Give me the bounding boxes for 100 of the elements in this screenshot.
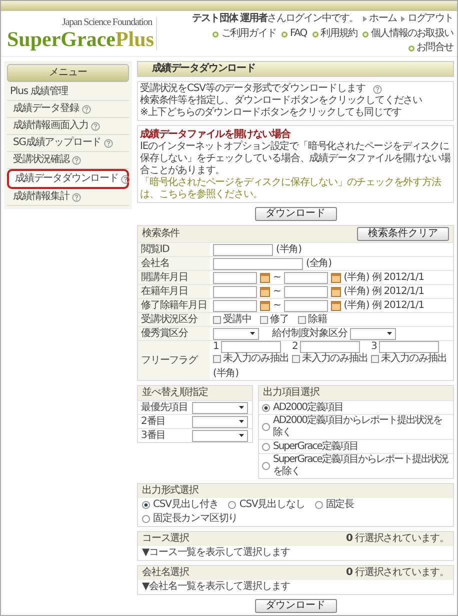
help-icon[interactable] xyxy=(373,84,382,94)
selection-count: 0 行選択されています。 xyxy=(346,533,449,545)
flag-number: 2 xyxy=(292,341,298,353)
note-text: ※上下どちらのダウンロードボタンをクリックしても同じです xyxy=(140,107,403,119)
warning-title: 成績データファイルを開けない場合 xyxy=(140,129,292,140)
checkbox[interactable]: 修了 xyxy=(260,314,290,326)
field-label: 在籍年月日 xyxy=(141,286,188,298)
caret-icon xyxy=(239,406,244,409)
help-icon[interactable] xyxy=(82,104,91,114)
nav-link[interactable]: ログアウト xyxy=(401,13,453,25)
caret-icon xyxy=(239,434,244,437)
bullet-icon xyxy=(362,30,370,38)
radio-option[interactable]: 固定長カンマ区切り xyxy=(142,513,238,525)
section-title: 会社名選択 xyxy=(142,567,190,579)
download-button[interactable]: ダウンロード xyxy=(254,599,336,613)
dropdown[interactable] xyxy=(192,430,248,442)
download-button[interactable]: ダウンロード xyxy=(254,207,336,221)
caret-icon xyxy=(387,332,392,335)
date-field[interactable] xyxy=(213,300,257,312)
organization-name: Japan Science Foundation xyxy=(62,17,152,29)
field-label: 2番目 xyxy=(141,416,167,428)
date-field[interactable] xyxy=(284,300,328,312)
dropdown[interactable] xyxy=(213,328,259,340)
menu-item[interactable]: 成績情報集計 xyxy=(7,189,129,206)
warning-text: IEのインターネットオプション設定で「暗号化されたページをディスクに保存しない」をチェックしている場合、成績データファイルを開けない場合ことがあります。 xyxy=(140,141,451,176)
help-icon[interactable] xyxy=(104,138,114,148)
menu-group-label: Plus 成績管理 xyxy=(10,86,68,97)
section-title: 出力形式選択 xyxy=(142,485,198,497)
clear-button[interactable]: 検索条件クリア xyxy=(357,227,449,241)
section-title: コース選択 xyxy=(142,533,190,545)
info-link[interactable]: 利用規約 xyxy=(312,28,358,40)
hint-text: (半角) xyxy=(213,368,238,380)
text-field[interactable] xyxy=(378,341,439,353)
bullet-icon xyxy=(312,30,319,38)
caret-icon xyxy=(239,420,244,423)
menu-item[interactable]: 成績情報画面入力 xyxy=(7,118,129,135)
login-status: テスト団体 運用者さんログイン中です。 xyxy=(192,13,358,25)
info-link[interactable]: ご利用ガイド xyxy=(212,28,276,40)
checkbox[interactable]: 除籍 xyxy=(298,314,327,326)
nav-link[interactable]: ホーム xyxy=(363,13,396,25)
range-separator: ~ xyxy=(273,286,281,298)
radio-option[interactable]: CSV見出し付き xyxy=(142,499,218,511)
checkbox[interactable]: 未入力のみ抽出 xyxy=(292,353,368,365)
checkbox[interactable]: 受講中 xyxy=(213,314,252,326)
calendar-icon[interactable] xyxy=(260,300,270,310)
triangle-icon xyxy=(363,16,368,22)
help-icon[interactable] xyxy=(72,192,82,202)
menu-item[interactable]: SG成績アップロード xyxy=(7,135,129,152)
text-field[interactable] xyxy=(300,341,360,353)
dropdown[interactable] xyxy=(192,416,248,428)
section-title: 検索条件 xyxy=(142,228,180,240)
field-label: 受講状況区分 xyxy=(141,314,198,326)
flag-number: 1 xyxy=(213,341,219,353)
flag-number: 3 xyxy=(371,341,377,353)
bullet-icon xyxy=(408,44,415,52)
calendar-icon[interactable] xyxy=(330,272,341,282)
menu-item[interactable]: 成績データ登録 xyxy=(7,101,129,118)
section-title: 出力項目選択 xyxy=(263,387,320,399)
calendar-icon[interactable] xyxy=(330,300,341,310)
hint-text: (半角) 例 2012/1/1 xyxy=(344,286,424,298)
menu-item[interactable]: 成績データダウンロード xyxy=(7,169,129,189)
caret-icon xyxy=(250,332,255,335)
help-icon[interactable] xyxy=(72,156,82,164)
bullet-icon xyxy=(212,30,220,38)
checkbox[interactable]: 未入力のみ抽出 xyxy=(213,353,289,365)
radio-option[interactable]: CSV見出しなし xyxy=(228,499,305,511)
info-link[interactable]: 個人情報のお取扱い xyxy=(362,28,453,40)
calendar-icon[interactable] xyxy=(260,286,270,296)
expand-link[interactable]: ▼コース一覧を表示して選択します xyxy=(138,546,453,560)
help-icon[interactable] xyxy=(121,174,130,184)
help-icon[interactable] xyxy=(91,122,100,130)
field-label: 給付制度対象区分 xyxy=(272,328,348,340)
info-link[interactable]: お問合せ xyxy=(408,42,453,54)
field-label: フリーフラグ xyxy=(141,354,198,366)
calendar-icon[interactable] xyxy=(260,272,270,282)
checkbox[interactable]: 未入力のみ抽出 xyxy=(371,353,447,365)
description-text: 受講状況をCSV等のデータ形式でダウンロードします xyxy=(140,83,366,94)
field-label: 開講年月日 xyxy=(141,272,188,284)
calendar-icon[interactable] xyxy=(330,286,341,296)
selection-count: 0 行選択されています。 xyxy=(346,567,449,579)
info-link[interactable]: FAQ xyxy=(281,28,307,40)
text-field[interactable] xyxy=(220,341,281,353)
help-link[interactable]: 「暗号化されたページをディスクに保存しない」のチェックを外す方法は、こちらを参照ください。 xyxy=(140,177,451,201)
expand-link[interactable]: ▼会社名一覧を表示して選択します xyxy=(138,580,453,594)
field-label: 会社名 xyxy=(141,258,170,270)
field-label: 優秀賞区分 xyxy=(141,328,188,340)
field-label: 閲覧ID xyxy=(141,244,170,256)
description-text: 検索条件等を指定し、ダウンロードボタンをクリックしてください xyxy=(140,95,422,106)
dropdown[interactable] xyxy=(350,328,396,340)
radio-option[interactable]: 固定長 xyxy=(314,499,354,511)
triangle-icon xyxy=(401,16,406,22)
field-label: 3番目 xyxy=(141,430,167,442)
text-field[interactable] xyxy=(213,258,303,270)
date-field[interactable] xyxy=(284,286,328,298)
text-field[interactable] xyxy=(213,244,273,256)
dropdown[interactable] xyxy=(192,402,248,414)
section-title: 並べ替え順指定 xyxy=(142,387,208,399)
date-field[interactable] xyxy=(213,286,257,298)
date-field[interactable] xyxy=(213,272,257,284)
date-field[interactable] xyxy=(284,272,328,284)
